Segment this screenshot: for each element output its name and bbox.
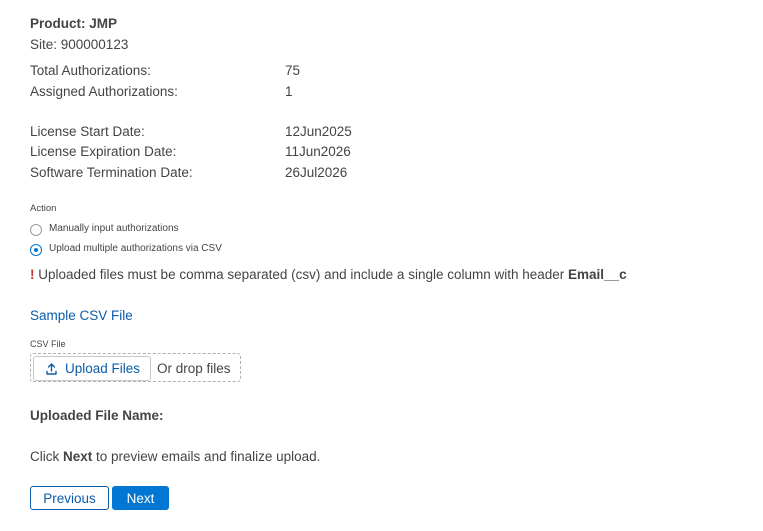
next-instruction: Click Next to preview emails and finaliz… <box>30 448 320 466</box>
radio-selected-dot <box>34 248 38 252</box>
assigned-authorizations-label: Assigned Authorizations: <box>30 84 178 99</box>
license-expiration-value: 11Jun2026 <box>285 144 351 159</box>
total-authorizations-value: 75 <box>285 63 301 78</box>
site-id: Site: 900000123 <box>30 37 129 52</box>
radio-upload-csv-label[interactable]: Upload multiple authorizations via CSV <box>49 242 222 256</box>
total-authorizations-label: Total Authorizations: <box>30 63 151 78</box>
action-heading: Action <box>30 203 57 214</box>
product-title: Product: JMP <box>30 16 118 31</box>
license-start-label: License Start Date: <box>30 124 145 139</box>
previous-button[interactable]: Previous <box>30 486 109 510</box>
upload-arrow-icon <box>46 363 57 375</box>
sample-csv-link[interactable]: Sample CSV File <box>30 307 133 325</box>
uploaded-file-name-label: Uploaded File Name: <box>30 408 164 423</box>
radio-manual-input-label[interactable]: Manually input authorizations <box>49 222 179 236</box>
csv-file-label: CSV File <box>30 339 66 349</box>
upload-files-label: Upload Files <box>65 361 141 376</box>
license-expiration-label: License Expiration Date: <box>30 144 177 159</box>
software-termination-value: 26Jul2026 <box>285 165 348 180</box>
radio-upload-csv[interactable] <box>30 244 42 256</box>
csv-format-warning: ! Uploaded files must be comma separated… <box>30 266 627 284</box>
assigned-authorizations-value: 1 <box>285 84 293 99</box>
instruction-prefix: Click <box>30 449 63 464</box>
file-dropzone[interactable]: Upload Files Or drop files <box>30 353 241 382</box>
next-button[interactable]: Next <box>112 486 169 510</box>
radio-manual-input[interactable] <box>30 224 42 236</box>
drop-files-label: Or drop files <box>157 361 231 376</box>
instruction-keyword: Next <box>63 449 93 464</box>
warning-field-name: Email__c <box>568 267 627 282</box>
license-start-value: 12Jun2025 <box>285 124 352 139</box>
warning-text: Uploaded files must be comma separated (… <box>34 267 569 282</box>
software-termination-label: Software Termination Date: <box>30 165 193 180</box>
upload-files-button[interactable]: Upload Files <box>33 356 151 381</box>
instruction-suffix: to preview emails and finalize upload. <box>92 449 321 464</box>
